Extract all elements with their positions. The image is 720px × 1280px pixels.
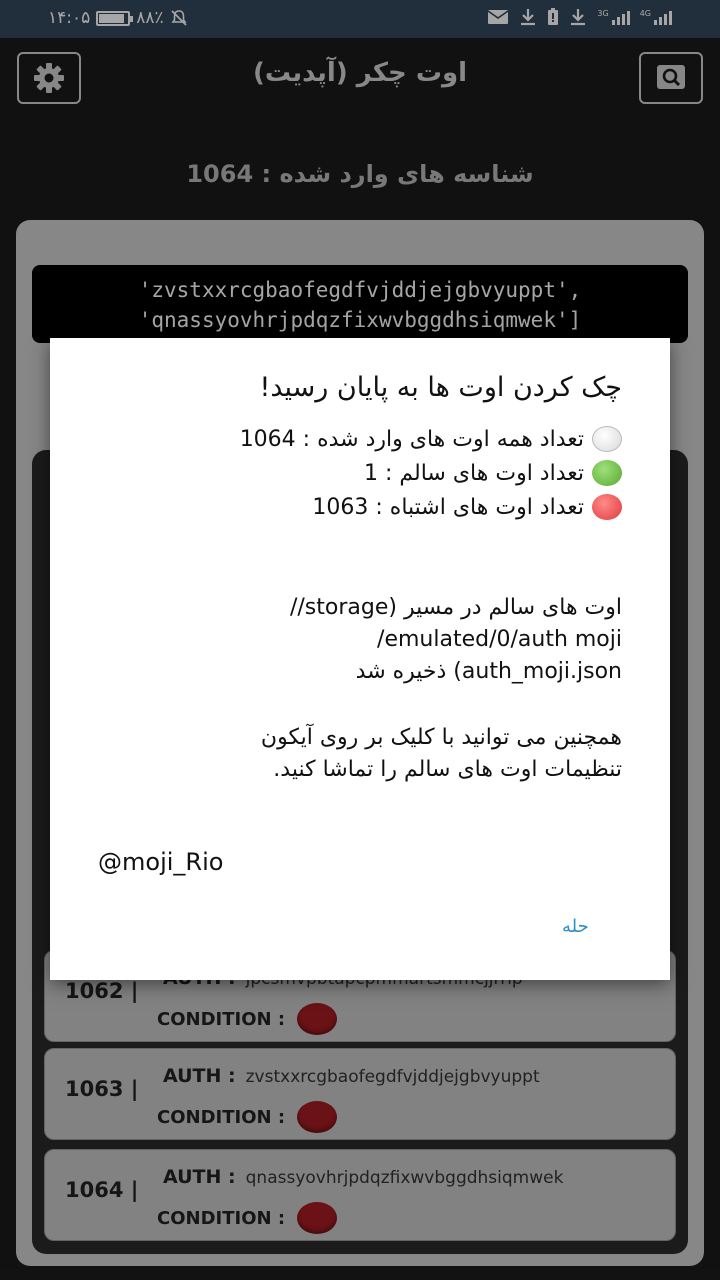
green-circle-icon — [592, 460, 622, 486]
ok-button[interactable]: حله — [562, 916, 589, 937]
total-count-line: تعداد همه اوت های وارد شده : 1064 — [240, 426, 622, 452]
saved-path-text: اوت های سالم در مسیر (storage// emulated… — [289, 595, 622, 684]
red-circle-icon — [592, 494, 622, 520]
result-dialog: چک کردن اوت ها به پایان رسید! تعداد همه … — [50, 338, 670, 980]
hint-text: همچنین می توانید با کلیک بر روی آیکون تن… — [260, 725, 622, 782]
author-handle: @moji_Rio — [98, 848, 224, 876]
white-circle-icon — [592, 426, 622, 452]
dialog-title: چک کردن اوت ها به پایان رسید! — [259, 372, 622, 403]
wrong-count-line: تعداد اوت های اشتباه : 1063 — [312, 494, 622, 520]
healthy-count-line: تعداد اوت های سالم : 1 — [364, 460, 622, 486]
